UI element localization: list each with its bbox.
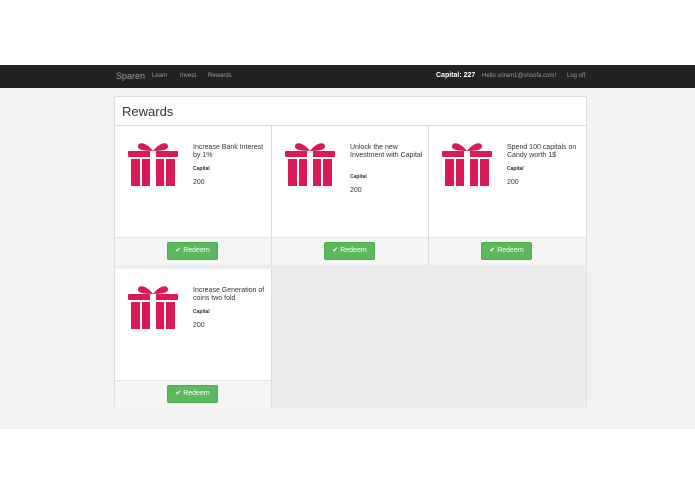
redeem-button-label: Redeem <box>340 247 367 254</box>
redeem-button-label: Redeem <box>183 390 210 397</box>
user-greeting-link[interactable]: Hello sriram1@shoofa.com! <box>482 73 556 79</box>
navbar: Sparen Learn Invest Rewards Capital: 227… <box>0 65 695 88</box>
reward-cost-label: Capital <box>350 174 367 180</box>
gift-icon <box>128 143 178 186</box>
reward-cost-label: Capital <box>193 166 210 172</box>
reward-card-footer: ✔ Redeem <box>272 237 428 265</box>
reward-title: Increase Bank Interest by 1% <box>193 144 264 159</box>
brand-link[interactable]: Sparen <box>116 71 145 81</box>
redeem-button-label: Redeem <box>183 247 210 254</box>
gift-icon <box>442 143 492 186</box>
reward-card: Spend 100 capitals on Candy worth 1$ Cap… <box>429 126 586 265</box>
reward-card: Unlock the new Investment with Capital C… <box>272 126 429 265</box>
reward-title: Unlock the new Investment with Capital <box>350 144 423 159</box>
reward-title: Increase Generation of coins two fold <box>193 287 265 302</box>
reward-card-footer: ✔ Redeem <box>115 380 271 408</box>
check-icon: ✔ <box>489 247 496 254</box>
redeem-button[interactable]: ✔ Redeem <box>481 242 532 260</box>
check-icon: ✔ <box>175 247 182 254</box>
nav-link-invest[interactable]: Invest <box>180 73 196 79</box>
nav-link-rewards[interactable]: Rewards <box>208 73 232 79</box>
reward-cost-label: Capital <box>193 309 210 315</box>
capital-display: Capital: 227 <box>436 72 476 79</box>
bottom-blank-area <box>0 429 695 494</box>
rewards-grid: Increase Bank Interest by 1% Capital 200… <box>115 125 586 408</box>
reward-cost-label: Capital <box>507 166 524 172</box>
page-title: Rewards <box>122 104 174 119</box>
reward-card: Increase Bank Interest by 1% Capital 200… <box>115 126 272 265</box>
reward-card-content: Increase Bank Interest by 1% Capital 200 <box>115 126 271 237</box>
redeem-button-label: Redeem <box>497 247 524 254</box>
reward-cost-value: 200 <box>193 179 205 186</box>
reward-card-content: Spend 100 capitals on Candy worth 1$ Cap… <box>429 126 586 237</box>
reward-card-footer: ✔ Redeem <box>429 237 586 265</box>
rewards-panel: Rewards Increase Bank Interest by 1% Cap… <box>114 96 587 408</box>
reward-cost-value: 200 <box>350 187 362 194</box>
gift-icon <box>128 286 178 329</box>
logout-link[interactable]: Log off <box>567 73 585 79</box>
top-blank-area <box>0 0 695 65</box>
check-icon: ✔ <box>175 390 182 397</box>
redeem-button[interactable]: ✔ Redeem <box>167 385 218 403</box>
reward-cost-value: 200 <box>507 179 519 186</box>
reward-card-content: Unlock the new Investment with Capital C… <box>272 126 428 237</box>
redeem-button[interactable]: ✔ Redeem <box>324 242 375 260</box>
reward-cost-value: 200 <box>193 322 205 329</box>
reward-card-content: Increase Generation of coins two fold Ca… <box>115 269 271 380</box>
redeem-button[interactable]: ✔ Redeem <box>167 242 218 260</box>
nav-link-learn[interactable]: Learn <box>152 73 167 79</box>
gift-icon <box>285 143 335 186</box>
check-icon: ✔ <box>332 247 339 254</box>
reward-title: Spend 100 capitals on Candy worth 1$ <box>507 144 577 159</box>
reward-card: Increase Generation of coins two fold Ca… <box>115 269 272 408</box>
reward-card-footer: ✔ Redeem <box>115 237 271 265</box>
